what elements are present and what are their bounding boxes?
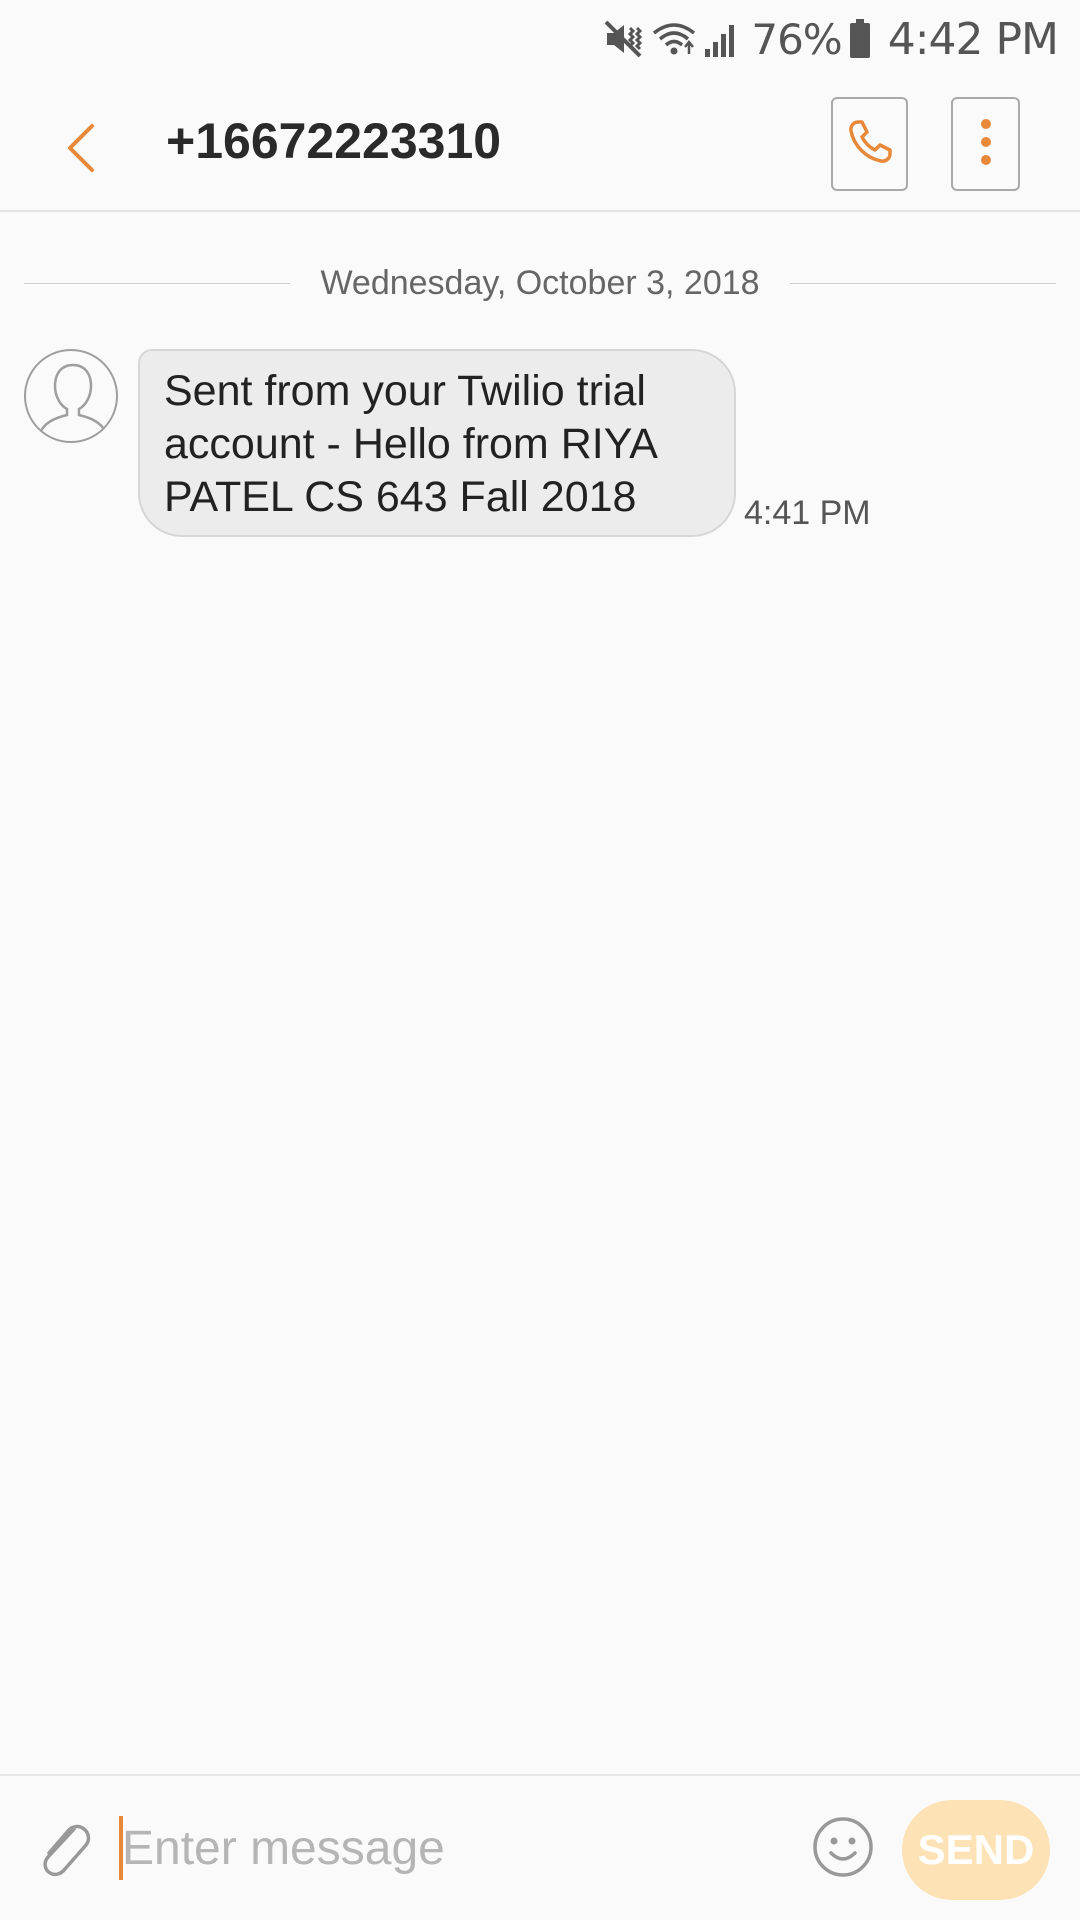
divider-line xyxy=(24,282,291,284)
paperclip-icon xyxy=(34,1815,96,1886)
battery-icon xyxy=(848,18,872,60)
contact-title: +16672223310 xyxy=(166,113,502,169)
message-text: Sent from your Twilio trial account - He… xyxy=(164,367,656,521)
chevron-left-icon xyxy=(64,122,98,179)
call-button[interactable] xyxy=(831,97,908,191)
vibrate-mute-icon xyxy=(603,19,645,59)
message-timestamp: 4:41 PM xyxy=(744,494,871,532)
back-button[interactable] xyxy=(48,102,114,198)
status-clock: 4:42 PM xyxy=(887,13,1059,65)
messaging-screen: 76% 4:42 PM +16672223310 Wednesday, Octo… xyxy=(0,0,1080,1920)
status-indicators: 76% 4:42 PM xyxy=(603,8,1059,70)
phone-icon xyxy=(844,116,896,173)
message-composer: SEND xyxy=(0,1774,1080,1920)
smiley-icon xyxy=(812,1816,874,1883)
conversation-date: Wednesday, October 3, 2018 xyxy=(320,263,760,302)
message-input[interactable] xyxy=(118,1804,782,1892)
battery-percentage: 76% xyxy=(751,14,842,64)
date-divider: Wednesday, October 3, 2018 xyxy=(24,258,1057,308)
contact-avatar[interactable] xyxy=(24,349,118,443)
send-button[interactable]: SEND xyxy=(902,1800,1050,1900)
emoji-button[interactable] xyxy=(810,1816,876,1882)
person-silhouette-icon xyxy=(39,363,107,432)
message-bubble-incoming[interactable]: Sent from your Twilio trial account - He… xyxy=(138,349,736,537)
more-options-button[interactable] xyxy=(951,97,1020,191)
signal-icon xyxy=(703,19,741,59)
more-vertical-icon xyxy=(979,116,993,173)
status-bar: 76% 4:42 PM xyxy=(0,0,1080,78)
attach-button[interactable] xyxy=(30,1812,100,1888)
divider-line xyxy=(789,282,1057,284)
wifi-icon xyxy=(651,19,697,59)
conversation-header: +16672223310 xyxy=(0,78,1080,212)
